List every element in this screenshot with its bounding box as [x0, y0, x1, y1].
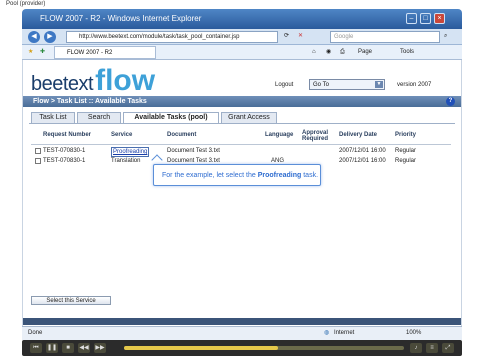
- home-icon[interactable]: ⌂: [312, 47, 316, 58]
- cell-document: Document Test 3.txt: [167, 148, 220, 154]
- status-text: Done: [28, 330, 43, 336]
- stop-icon[interactable]: ✕: [298, 31, 303, 42]
- feeds-icon[interactable]: ◉: [326, 47, 331, 58]
- zoom-level[interactable]: 100%: [406, 327, 421, 340]
- cell-delivery: 2007/12/01 16:00: [339, 148, 386, 154]
- page-menu[interactable]: Page: [358, 47, 372, 58]
- address-input[interactable]: http://www.beetext.com/module/task/task_…: [66, 31, 278, 43]
- help-icon[interactable]: ?: [446, 97, 455, 106]
- breadcrumb-text: Flow > Task List :: Available Tasks: [33, 98, 147, 105]
- status-zone: Internet: [334, 330, 355, 336]
- refresh-icon[interactable]: ⟳: [284, 31, 289, 42]
- app-header: beetextflow Logout Go To ▼ version 2007: [23, 60, 461, 98]
- browser-title-bar: FLOW 2007 - R2 - Windows Internet Explor…: [22, 9, 462, 29]
- page-footer-bar: [23, 318, 461, 325]
- step-forward-icon[interactable]: ▶▶: [94, 343, 106, 353]
- stop-icon[interactable]: ■: [62, 343, 74, 353]
- browser-tab[interactable]: FLOW 2007 - R2: [54, 46, 156, 59]
- search-go-icon[interactable]: ⌕: [444, 31, 447, 42]
- tab-grant-access[interactable]: Grant Access: [221, 112, 277, 123]
- tab-underline: [29, 123, 455, 124]
- pause-icon[interactable]: ❚❚: [46, 343, 58, 353]
- close-icon[interactable]: ×: [434, 13, 445, 24]
- progress-fill: [124, 346, 278, 350]
- header-approval-required: Approval Required: [301, 130, 328, 142]
- version-label: version 2007: [397, 82, 432, 88]
- cell-delivery: 2007/12/01 16:00: [339, 158, 386, 164]
- header-document: Document: [167, 132, 197, 138]
- address-bar: ◀ ▶ http://www.beetext.com/module/task/t…: [22, 29, 462, 45]
- header-language: Language: [265, 132, 294, 138]
- volume-icon[interactable]: ♪: [410, 343, 422, 353]
- cell-priority: Regular: [395, 148, 417, 154]
- breadcrumb: Flow > Task List :: Available Tasks ?: [23, 96, 461, 107]
- back-icon[interactable]: ◀: [28, 31, 40, 43]
- cell-request: TEST-070830-1: [43, 148, 86, 154]
- fullscreen-icon[interactable]: ⤢: [442, 343, 454, 353]
- tooltip-suffix: task.: [301, 172, 319, 179]
- header-request-number: Request Number: [43, 132, 92, 138]
- forward-icon[interactable]: ▶: [44, 31, 56, 43]
- tab-search[interactable]: Search: [77, 112, 121, 123]
- select-service-button[interactable]: Select this Service: [31, 296, 111, 305]
- cell-service[interactable]: Translation: [111, 156, 140, 166]
- window-title: FLOW 2007 - R2 - Windows Internet Explor…: [40, 14, 202, 23]
- cell-priority: Regular: [395, 158, 417, 164]
- goto-value: Go To: [313, 82, 329, 88]
- chevron-down-icon: ▼: [375, 81, 383, 88]
- logo-flow: flow: [95, 64, 156, 97]
- captions-icon[interactable]: ≡: [426, 343, 438, 353]
- globe-icon: ◍: [324, 330, 330, 336]
- logo-beetext: beetext: [31, 73, 94, 95]
- tooltip-prefix: For the example, let select the: [162, 172, 258, 179]
- progress-bar[interactable]: [124, 346, 404, 350]
- header-service: Service: [111, 132, 133, 138]
- goto-select[interactable]: Go To ▼: [309, 79, 385, 90]
- maximize-icon[interactable]: □: [420, 13, 431, 24]
- cell-request: TEST-070830-1: [43, 158, 86, 164]
- tools-menu[interactable]: Tools: [400, 47, 414, 58]
- tooltip-highlight: Proofreading: [257, 172, 302, 179]
- video-player-controls: ⏮ ❚❚ ■ ◀◀ ▶▶ ♪ ≡ ⤢: [22, 340, 462, 356]
- row-checkbox[interactable]: [35, 158, 41, 164]
- header-divider: [31, 144, 451, 145]
- beetext-flow-logo: beetextflow: [31, 64, 155, 98]
- header-delivery-date: Delivery Date: [339, 132, 378, 138]
- tutorial-tooltip: For the example, let select the Proofrea…: [153, 164, 321, 186]
- favorites-star-icon[interactable]: ★: [28, 47, 33, 58]
- tab-task-list[interactable]: Task List: [31, 112, 75, 123]
- row-checkbox[interactable]: [35, 148, 41, 154]
- add-favorite-icon[interactable]: ✚: [40, 47, 45, 58]
- step-back-icon[interactable]: ◀◀: [78, 343, 90, 353]
- logout-link[interactable]: Logout: [275, 82, 293, 88]
- popup-title: Pool (provider): [6, 1, 46, 7]
- table-row[interactable]: TEST-070830-1 Proofreading Document Test…: [31, 146, 451, 157]
- table-header: Request Number Service Document Language…: [31, 130, 451, 144]
- browser-tab-bar: ★ ✚ FLOW 2007 - R2 ⌂ ◉ ⎙ Page Tools: [22, 45, 462, 60]
- header-priority: Priority: [395, 132, 417, 138]
- web-page: beetextflow Logout Go To ▼ version 2007 …: [22, 60, 462, 326]
- search-input[interactable]: Google: [330, 31, 440, 43]
- popup-title-bar: Pool (provider): [0, 0, 480, 9]
- rewind-icon[interactable]: ⏮: [30, 343, 42, 353]
- browser-status-bar: Done ◍ Internet 100%: [22, 326, 462, 340]
- print-icon[interactable]: ⎙: [340, 47, 345, 58]
- minimize-icon[interactable]: –: [406, 13, 417, 24]
